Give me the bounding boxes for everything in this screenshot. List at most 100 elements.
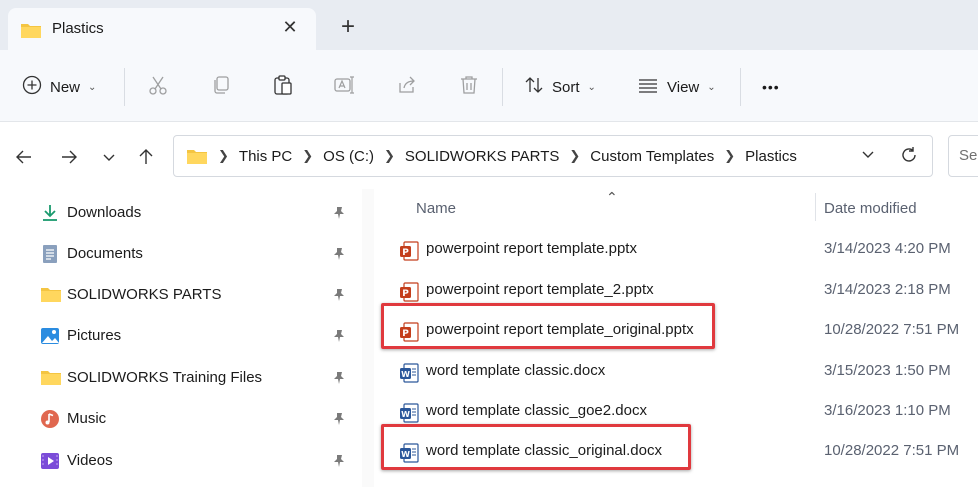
file-date-modified: 10/28/2022 7:51 PM xyxy=(824,442,960,459)
view-button[interactable]: View ⌄ xyxy=(637,72,716,102)
recent-locations-button[interactable] xyxy=(97,145,121,169)
folder-icon xyxy=(186,147,208,165)
file-row[interactable]: Ppowerpoint report template_original.ppt… xyxy=(374,303,978,351)
folder-icon xyxy=(40,368,61,388)
chevron-right-icon[interactable]: ❯ xyxy=(302,148,313,164)
scissors-icon xyxy=(147,74,169,100)
sort-button[interactable]: Sort ⌄ xyxy=(524,72,596,102)
more-options-button[interactable]: ••• xyxy=(762,72,780,102)
trash-icon xyxy=(458,74,480,100)
paste-button[interactable] xyxy=(272,72,294,102)
svg-text:P: P xyxy=(402,289,409,299)
highlight-box xyxy=(381,303,715,349)
arrow-left-icon xyxy=(16,150,31,164)
column-header-name[interactable]: Name xyxy=(416,200,456,217)
share-button[interactable] xyxy=(396,72,418,102)
divider xyxy=(502,68,503,106)
pictures-icon xyxy=(40,326,60,346)
arrow-right-icon xyxy=(62,150,77,164)
refresh-button[interactable] xyxy=(900,146,918,168)
back-button[interactable] xyxy=(12,145,36,169)
new-tab-button[interactable]: + xyxy=(334,15,362,43)
file-name: word template classic_goe2.docx xyxy=(426,402,647,419)
address-bar[interactable]: ❯ This PC ❯ OS (C:) ❯ SOLIDWORKS PARTS ❯… xyxy=(173,135,933,177)
tab-plastics[interactable]: Plastics ✕ xyxy=(8,8,316,50)
breadcrumb-os-c[interactable]: OS (C:) xyxy=(323,148,374,165)
breadcrumb-this-pc[interactable]: This PC xyxy=(239,148,292,165)
navigation-pane: Downloads Documents SOLIDWORKS PARTS Pic… xyxy=(0,189,362,487)
sidebar-scrollbar[interactable] xyxy=(362,189,374,487)
pin-icon[interactable] xyxy=(332,288,346,306)
copy-icon xyxy=(210,74,232,100)
chevron-down-icon: ⌄ xyxy=(707,81,716,93)
breadcrumb-solidworks-parts[interactable]: SOLIDWORKS PARTS xyxy=(405,148,559,165)
search-input[interactable]: Sea xyxy=(948,135,978,177)
file-date-modified: 10/28/2022 7:51 PM xyxy=(824,321,960,338)
close-icon[interactable]: ✕ xyxy=(278,16,302,40)
refresh-icon xyxy=(902,147,916,162)
rename-button[interactable] xyxy=(333,72,355,102)
file-date-modified: 3/14/2023 2:18 PM xyxy=(824,281,951,298)
file-row[interactable]: Ppowerpoint report template.pptx 3/14/202… xyxy=(374,230,978,270)
chevron-right-icon[interactable]: ❯ xyxy=(569,148,580,164)
cut-button[interactable] xyxy=(147,72,169,102)
sidebar-item-documents[interactable]: Documents xyxy=(0,234,362,274)
pin-icon[interactable] xyxy=(332,371,346,389)
new-label: New xyxy=(50,78,81,96)
new-button[interactable]: New ⌄ xyxy=(22,72,96,102)
chevron-right-icon[interactable]: ❯ xyxy=(384,148,395,164)
column-divider[interactable] xyxy=(815,193,816,221)
copy-button[interactable] xyxy=(210,72,232,102)
sidebar-item-downloads[interactable]: Downloads xyxy=(0,193,362,233)
breadcrumb-plastics[interactable]: Plastics xyxy=(745,148,797,165)
file-date-modified: 3/15/2023 1:50 PM xyxy=(824,362,951,379)
sidebar-item-label: Documents xyxy=(67,245,143,262)
pin-icon[interactable] xyxy=(332,454,346,472)
file-date-modified: 3/14/2023 4:20 PM xyxy=(824,240,951,257)
sort-ascending-icon: ⌃ xyxy=(606,189,618,205)
sidebar-item-label: Pictures xyxy=(67,327,122,344)
powerpoint-file-icon: P xyxy=(399,241,419,265)
delete-button[interactable] xyxy=(458,72,480,102)
folder-icon xyxy=(40,285,61,305)
chevron-down-icon xyxy=(103,154,115,161)
highlight-box xyxy=(381,424,691,470)
pin-icon[interactable] xyxy=(332,206,346,224)
file-row[interactable]: Wword template classic_original.docx 10/2… xyxy=(374,424,978,472)
address-history-button[interactable] xyxy=(860,146,876,166)
view-label: View xyxy=(667,78,700,96)
sidebar-item-videos[interactable]: Videos xyxy=(0,441,362,481)
svg-text:W: W xyxy=(401,410,410,419)
column-header-date-modified[interactable]: Date modified xyxy=(824,200,917,217)
sidebar-item-solidworks-parts[interactable]: SOLIDWORKS PARTS xyxy=(0,275,362,315)
chevron-right-icon[interactable]: ❯ xyxy=(724,148,735,164)
folder-icon xyxy=(20,21,42,43)
sidebar-item-music[interactable]: Music xyxy=(0,399,362,439)
rename-icon xyxy=(333,74,355,100)
clipboard-icon xyxy=(272,74,294,100)
list-view-icon xyxy=(637,75,659,99)
forward-button[interactable] xyxy=(57,145,81,169)
sidebar-item-solidworks-training-files[interactable]: SOLIDWORKS Training Files xyxy=(0,358,362,398)
sidebar-item-label: SOLIDWORKS PARTS xyxy=(67,286,222,303)
pin-icon[interactable] xyxy=(332,329,346,347)
breadcrumb-custom-templates[interactable]: Custom Templates xyxy=(590,148,714,165)
more-icon: ••• xyxy=(762,79,780,95)
videos-icon xyxy=(40,451,60,471)
pin-icon[interactable] xyxy=(332,247,346,265)
share-icon xyxy=(396,74,418,100)
sidebar-item-label: SOLIDWORKS Training Files xyxy=(67,369,263,386)
file-row[interactable]: Wword template classic.docx 3/15/2023 1:5… xyxy=(374,352,978,392)
file-name: powerpoint report template_2.pptx xyxy=(426,281,654,298)
word-file-icon: W xyxy=(399,363,419,387)
chevron-right-icon: ❯ xyxy=(218,148,229,163)
sidebar-item-pictures[interactable]: Pictures xyxy=(0,316,362,356)
pin-icon[interactable] xyxy=(332,412,346,430)
breadcrumb: ❯ This PC ❯ OS (C:) ❯ SOLIDWORKS PARTS ❯… xyxy=(186,136,797,176)
sidebar-item-label: Music xyxy=(67,410,107,427)
plus-circle-icon xyxy=(22,75,42,99)
command-bar: New ⌄ Sort ⌄ View ⌄ ••• xyxy=(0,50,978,122)
chevron-down-icon: ⌄ xyxy=(587,81,596,93)
sort-icon xyxy=(524,75,544,99)
up-button[interactable] xyxy=(134,145,158,169)
